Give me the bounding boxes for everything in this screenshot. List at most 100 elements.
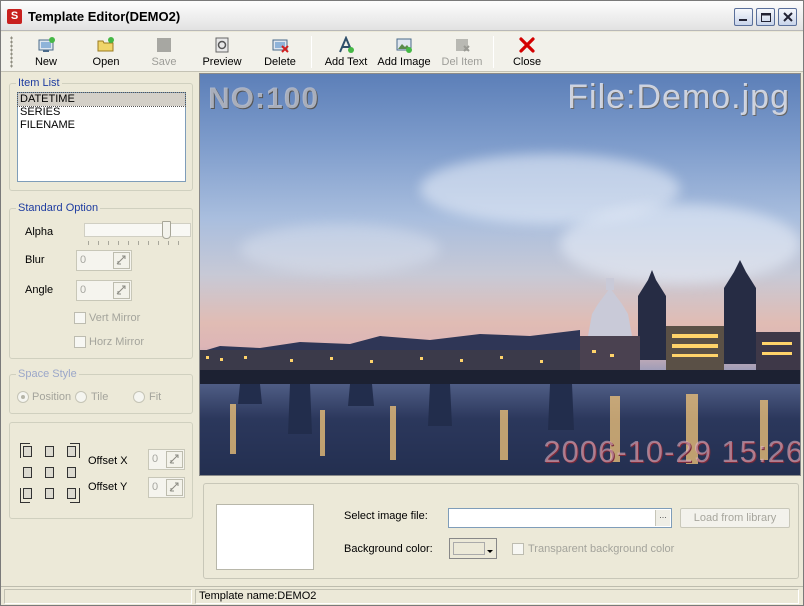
close-window-button[interactable] bbox=[778, 8, 797, 26]
title-bar: S Template Editor(DEMO2) bbox=[1, 1, 803, 31]
offset-x-spin-button[interactable] bbox=[166, 451, 183, 468]
alpha-slider-ticks bbox=[88, 241, 188, 245]
status-template-name: Template name:DEMO2 bbox=[195, 589, 799, 604]
browse-button[interactable]: ... bbox=[655, 510, 670, 526]
new-label: New bbox=[34, 56, 57, 68]
alpha-slider-thumb[interactable] bbox=[162, 221, 172, 239]
preview-icon bbox=[215, 37, 229, 53]
status-cell-left bbox=[4, 589, 192, 604]
save-button[interactable]: Save bbox=[143, 34, 185, 70]
alpha-slider-track[interactable] bbox=[84, 223, 191, 237]
horz-mirror-label: Horz Mirror bbox=[89, 336, 144, 348]
preview-photo-cityscape bbox=[200, 260, 800, 475]
template-preview-canvas[interactable]: NO:100 File:Demo.jpg 2006-10-29 15:26 bbox=[199, 73, 801, 476]
open-button[interactable]: Open bbox=[85, 34, 127, 70]
list-item[interactable]: DATETIME bbox=[17, 92, 186, 107]
maximize-button[interactable] bbox=[756, 8, 775, 26]
close-button[interactable]: Close bbox=[507, 34, 547, 70]
anchor-middle-left[interactable] bbox=[23, 467, 32, 478]
item-list-group: Item List DATETIME SERIES FILENAME bbox=[9, 77, 193, 191]
position-radio-label: Position bbox=[32, 391, 72, 403]
blur-spin-button[interactable] bbox=[113, 252, 130, 269]
toolbar-separator bbox=[311, 36, 312, 68]
offset-y-spinbox[interactable]: 0 bbox=[148, 477, 185, 498]
transparent-bg-label: Transparent background color bbox=[528, 543, 675, 555]
load-from-library-button[interactable]: Load from library bbox=[680, 508, 790, 528]
maximize-icon bbox=[761, 13, 771, 22]
position-group: Offset X 0 Offset Y 0 bbox=[9, 422, 193, 519]
series-overlay-text[interactable]: NO:100 bbox=[208, 82, 319, 116]
angle-spin-button[interactable] bbox=[113, 282, 130, 299]
add-image-button[interactable]: Add Image bbox=[376, 34, 432, 70]
blur-value: 0 bbox=[80, 254, 87, 266]
add-image-label: Add Image bbox=[377, 56, 431, 68]
save-icon bbox=[157, 38, 171, 52]
anchor-top-right[interactable] bbox=[67, 446, 76, 457]
datetime-overlay-text[interactable]: 2006-10-29 15:26 bbox=[543, 434, 800, 470]
vert-mirror-checkbox[interactable] bbox=[74, 312, 86, 324]
add-text-label: Add Text bbox=[324, 56, 368, 68]
anchor-top-center[interactable] bbox=[45, 446, 54, 457]
bg-color-swatch bbox=[453, 542, 485, 555]
delete-icon bbox=[272, 39, 289, 53]
angle-value: 0 bbox=[80, 284, 87, 296]
window-title: Template Editor(DEMO2) bbox=[28, 9, 181, 24]
tile-radio-label: Tile bbox=[91, 391, 109, 403]
add-text-button[interactable]: Add Text bbox=[321, 34, 371, 70]
del-item-label: Del Item bbox=[441, 56, 483, 68]
angle-label: Angle bbox=[25, 284, 54, 296]
anchor-center[interactable] bbox=[45, 467, 54, 478]
horz-mirror-checkbox[interactable] bbox=[74, 336, 86, 348]
offset-x-value: 0 bbox=[152, 453, 159, 465]
minimize-button[interactable] bbox=[734, 8, 753, 26]
preview-button[interactable]: Preview bbox=[199, 34, 245, 70]
minimize-icon bbox=[739, 19, 747, 21]
spin-arrows-icon bbox=[116, 285, 126, 295]
open-label: Open bbox=[92, 56, 120, 68]
standard-option-group: Standard Option Alpha Blur 0 Angle 0 Ver… bbox=[9, 202, 193, 359]
new-icon bbox=[38, 37, 55, 52]
position-radio[interactable] bbox=[17, 391, 29, 403]
del-item-icon bbox=[456, 39, 470, 52]
item-list-title: Item List bbox=[16, 77, 62, 89]
delete-label: Delete bbox=[264, 56, 296, 68]
close-icon bbox=[783, 12, 793, 22]
list-item[interactable]: FILENAME bbox=[18, 119, 185, 132]
image-file-input[interactable]: ... bbox=[448, 508, 672, 528]
transparent-bg-checkbox[interactable] bbox=[512, 543, 524, 555]
angle-spinbox[interactable]: 0 bbox=[76, 280, 132, 301]
filename-overlay-text[interactable]: File:Demo.jpg bbox=[567, 78, 790, 117]
offset-x-spinbox[interactable]: 0 bbox=[148, 449, 185, 470]
image-options-panel: Select image file: ... Load from library… bbox=[203, 483, 799, 579]
item-listbox[interactable]: DATETIME SERIES FILENAME bbox=[17, 92, 186, 182]
blur-spinbox[interactable]: 0 bbox=[76, 250, 132, 271]
anchor-bottom-center[interactable] bbox=[45, 488, 54, 499]
list-item[interactable]: SERIES bbox=[18, 106, 185, 119]
chevron-down-icon bbox=[487, 550, 493, 553]
add-image-icon bbox=[396, 38, 412, 53]
template-editor-window: S Template Editor(DEMO2) New Open Save P… bbox=[0, 0, 804, 606]
space-style-group: Space Style Position Tile Fit bbox=[9, 368, 193, 414]
space-style-title: Space Style bbox=[16, 368, 79, 380]
offset-y-spin-button[interactable] bbox=[166, 479, 183, 496]
toolbar: New Open Save Preview Delete Add Text Ad… bbox=[1, 32, 803, 72]
tile-radio[interactable] bbox=[75, 391, 87, 403]
del-item-button[interactable]: Del Item bbox=[439, 34, 485, 70]
anchor-top-left[interactable] bbox=[23, 446, 32, 457]
preview-label: Preview bbox=[202, 56, 242, 68]
close-x-icon bbox=[519, 37, 535, 53]
add-text-icon bbox=[339, 36, 354, 53]
toolbar-grip[interactable] bbox=[10, 36, 13, 68]
delete-button[interactable]: Delete bbox=[259, 34, 301, 70]
offset-y-value: 0 bbox=[152, 481, 159, 493]
anchor-position-grid[interactable] bbox=[20, 443, 80, 503]
new-button[interactable]: New bbox=[25, 34, 67, 70]
spin-arrows-icon bbox=[169, 482, 179, 492]
anchor-bottom-right[interactable] bbox=[67, 488, 76, 499]
anchor-middle-right[interactable] bbox=[67, 467, 76, 478]
bg-color-picker[interactable] bbox=[449, 538, 497, 559]
close-label: Close bbox=[512, 56, 542, 68]
fit-radio[interactable] bbox=[133, 391, 145, 403]
offset-y-label: Offset Y bbox=[88, 481, 128, 493]
anchor-bottom-left[interactable] bbox=[23, 488, 32, 499]
